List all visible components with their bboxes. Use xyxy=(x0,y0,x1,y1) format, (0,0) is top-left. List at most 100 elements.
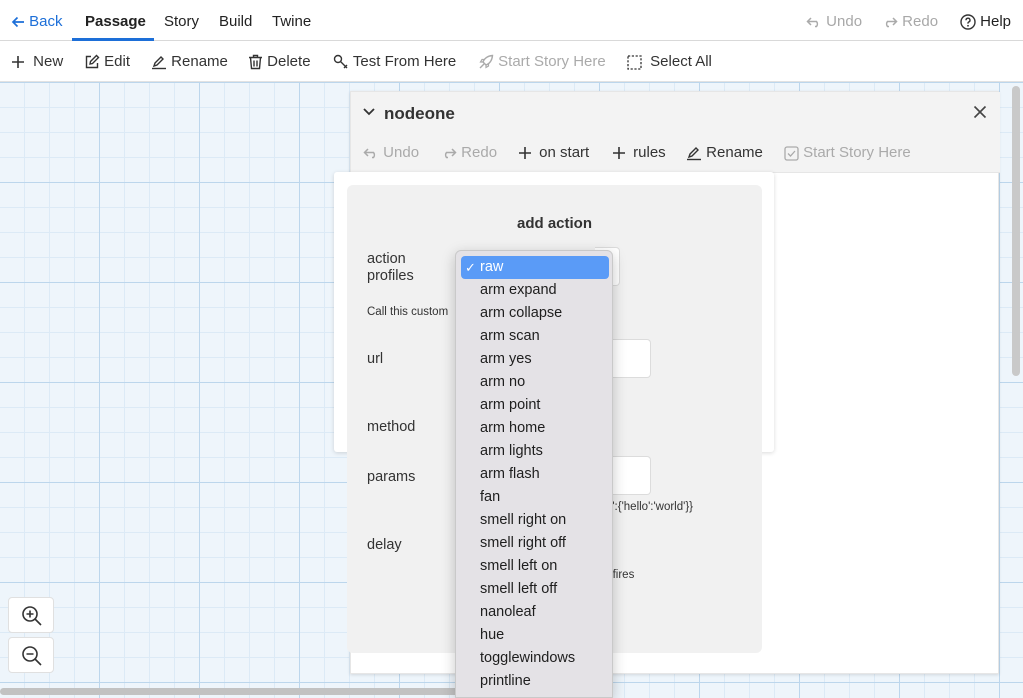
add-action-title: add action xyxy=(517,215,593,232)
back-label: Back xyxy=(29,13,63,30)
dropdown-option[interactable]: nanoleaf xyxy=(456,601,612,624)
edit-button[interactable]: Edit xyxy=(84,41,130,82)
action-profiles-label: action profiles xyxy=(367,251,414,284)
delete-button[interactable]: Delete xyxy=(248,41,311,82)
edit-icon xyxy=(85,54,100,69)
rename-icon xyxy=(152,56,166,70)
dropdown-option[interactable]: smell left on xyxy=(456,555,612,578)
dialog-start-story-here-button[interactable]: Start Story Here xyxy=(784,134,911,172)
select-all-button[interactable]: Select All xyxy=(627,41,712,82)
params-label: params xyxy=(367,469,416,485)
tab-twine[interactable]: Twine xyxy=(272,0,311,41)
select-all-icon xyxy=(627,54,642,70)
dropdown-option-label: togglewindows xyxy=(480,650,576,666)
test-from-here-label: Test From Here xyxy=(352,53,457,70)
undo-button[interactable]: Undo xyxy=(806,0,862,41)
dropdown-option-label: arm flash xyxy=(480,466,540,482)
plus-icon xyxy=(519,147,531,160)
dropdown-option-label: arm no xyxy=(480,374,526,390)
dropdown-option-label: nanoleaf xyxy=(480,604,536,620)
chevron-down-icon[interactable] xyxy=(363,108,375,116)
dialog-start-story-here-label: Start Story Here xyxy=(803,144,911,161)
dialog-redo-button[interactable]: Redo xyxy=(441,134,497,172)
dropdown-option[interactable]: smell right off xyxy=(456,532,612,555)
dropdown-option[interactable]: hue xyxy=(456,624,612,647)
on-start-button[interactable]: on start xyxy=(518,134,589,172)
dropdown-option[interactable]: ✓ raw xyxy=(461,256,609,279)
passage-toolbar: New Edit Rename Delete Test From Here St… xyxy=(0,41,1023,82)
dropdown-option-label: arm expand xyxy=(480,282,557,298)
checkbox-icon xyxy=(784,145,799,161)
delete-label: Delete xyxy=(267,53,311,70)
start-story-here-button[interactable]: Start Story Here xyxy=(478,41,606,82)
dropdown-option[interactable]: printline xyxy=(456,670,612,693)
checkmark-icon: ✓ xyxy=(465,260,476,275)
tab-passage[interactable]: Passage xyxy=(85,0,146,41)
dialog-rename-button[interactable]: Rename xyxy=(686,134,763,172)
redo-icon xyxy=(444,148,457,159)
select-all-label: Select All xyxy=(650,53,712,70)
edit-label: Edit xyxy=(104,53,131,70)
action-profiles-dropdown-menu[interactable]: ✓ raw arm expand arm collapse arm scan arm ye… xyxy=(455,250,613,698)
dropdown-option-label: arm scan xyxy=(480,328,540,344)
tab-build[interactable]: Build xyxy=(219,0,252,41)
dropdown-option-label: arm point xyxy=(480,397,541,413)
arrow-left-icon xyxy=(11,16,24,28)
dialog-toolbar: Undo Redo on start rules Rename Start St… xyxy=(351,134,1000,173)
dropdown-option[interactable]: arm flash xyxy=(456,463,612,486)
dropdown-option[interactable]: smell right on xyxy=(456,509,612,532)
dialog-undo-label: Undo xyxy=(383,144,420,161)
new-button[interactable]: New xyxy=(11,41,63,82)
dropdown-option[interactable]: arm yes xyxy=(456,348,612,371)
tool-icon xyxy=(333,54,348,69)
dialog-redo-label: Redo xyxy=(461,144,498,161)
dropdown-option[interactable]: fan xyxy=(456,486,612,509)
dropdown-option-label: arm home xyxy=(480,420,546,436)
new-label: New xyxy=(33,53,64,70)
back-button[interactable]: Back xyxy=(11,0,63,41)
rules-label: rules xyxy=(633,144,666,161)
horizontal-scrollbar[interactable] xyxy=(0,688,460,695)
test-from-here-button[interactable]: Test From Here xyxy=(333,41,456,82)
dropdown-option-label: hue xyxy=(480,627,505,643)
dropdown-option[interactable]: arm scan xyxy=(456,325,612,348)
start-story-here-label: Start Story Here xyxy=(498,53,606,70)
dropdown-option-label: arm collapse xyxy=(480,305,563,321)
redo-button[interactable]: Redo xyxy=(882,0,938,41)
dropdown-option-label: raw xyxy=(480,259,504,275)
dropdown-option[interactable]: arm collapse xyxy=(456,302,612,325)
dropdown-option[interactable]: arm lights xyxy=(456,440,612,463)
tab-story[interactable]: Story xyxy=(164,0,199,41)
redo-icon xyxy=(885,17,898,28)
dropdown-option-label: smell right off xyxy=(480,535,566,551)
rename-button[interactable]: Rename xyxy=(151,41,228,82)
vertical-scrollbar[interactable] xyxy=(1012,86,1020,376)
rocket-icon xyxy=(479,54,494,69)
dropdown-option[interactable]: arm no xyxy=(456,371,612,394)
redo-label: Redo xyxy=(902,13,939,30)
plus-icon xyxy=(12,56,24,69)
help-label: Help xyxy=(980,13,1012,30)
dialog-header: nodeone xyxy=(351,92,1000,134)
dialog-rename-label: Rename xyxy=(706,144,763,161)
rules-button[interactable]: rules xyxy=(612,134,666,172)
close-icon[interactable] xyxy=(973,105,987,119)
dropdown-option-label: smell left off xyxy=(480,581,558,597)
trash-icon xyxy=(249,54,262,70)
dropdown-option[interactable]: arm point xyxy=(456,394,612,417)
undo-icon xyxy=(363,148,376,159)
dialog-undo-button[interactable]: Undo xyxy=(363,134,419,172)
help-button[interactable]: Help xyxy=(960,0,1011,41)
plus-icon xyxy=(613,147,625,160)
dropdown-option[interactable]: arm expand xyxy=(456,279,612,302)
zoom-in-button[interactable] xyxy=(8,597,54,633)
undo-label: Undo xyxy=(826,13,863,30)
rename-icon xyxy=(687,147,701,161)
zoom-out-button[interactable] xyxy=(8,637,54,673)
dropdown-option[interactable]: smell left off xyxy=(456,578,612,601)
dropdown-option-label: smell right on xyxy=(480,512,567,528)
dropdown-option-label: arm lights xyxy=(480,443,543,459)
dropdown-option[interactable]: togglewindows xyxy=(456,647,612,670)
dropdown-option[interactable]: arm home xyxy=(456,417,612,440)
delay-label: delay xyxy=(367,537,402,553)
